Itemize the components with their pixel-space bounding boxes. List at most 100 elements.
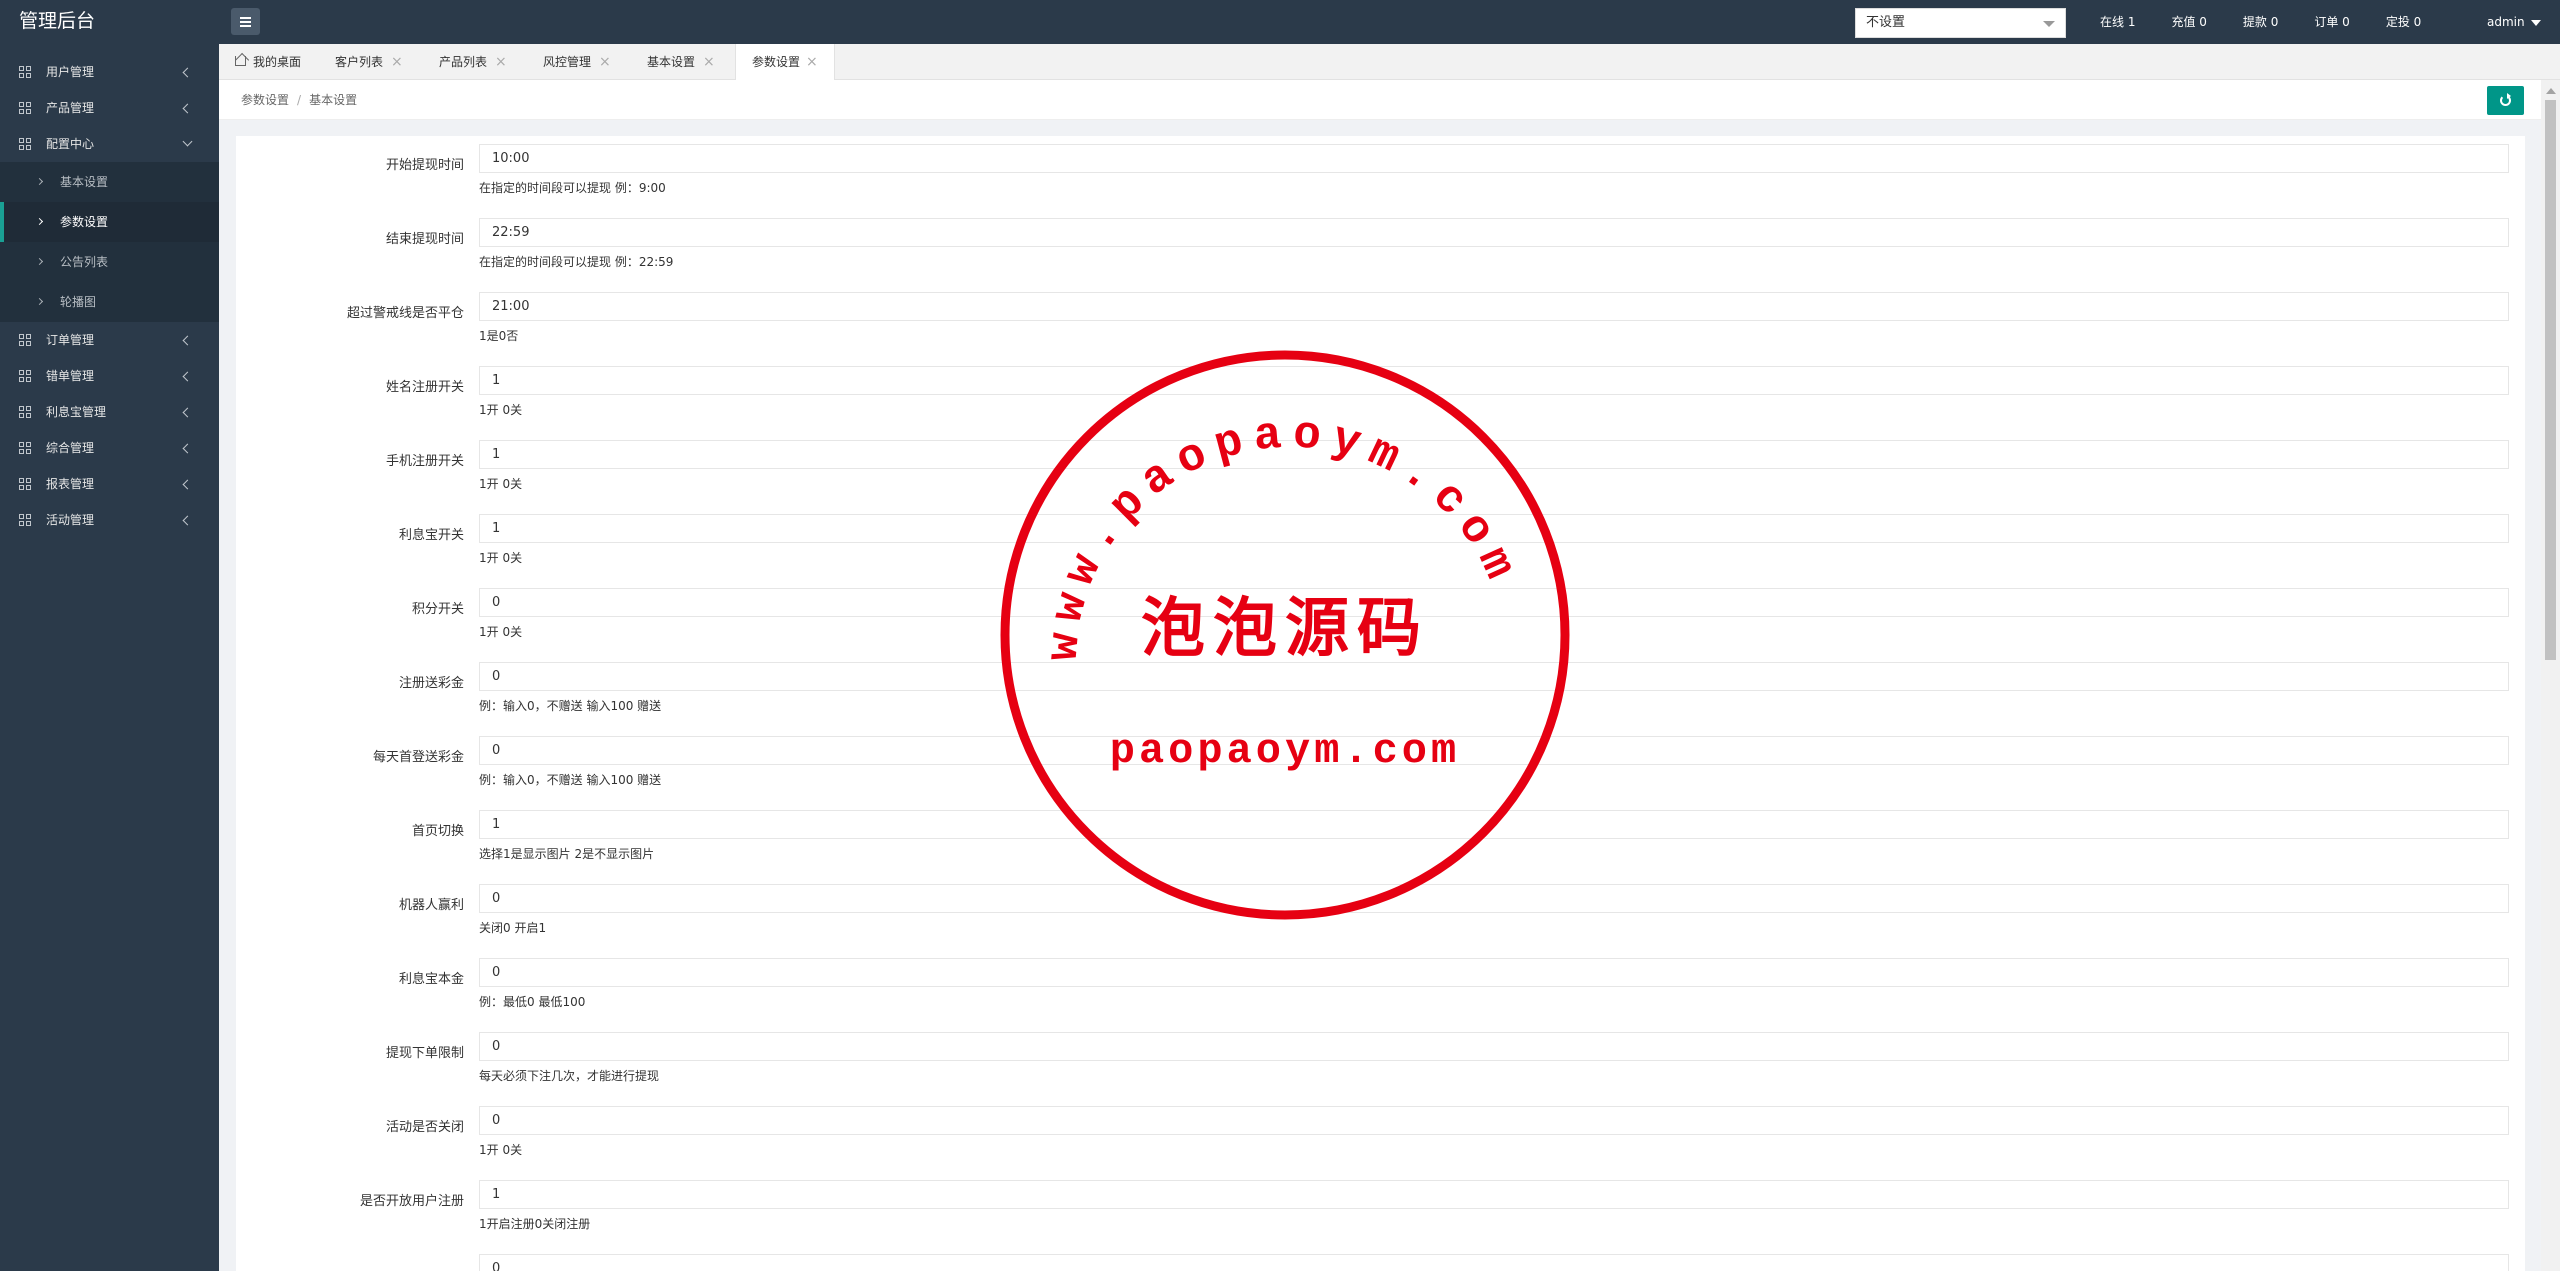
menu-toggle-button[interactable]: [231, 8, 260, 35]
sidebar-subitem-carousel[interactable]: 轮播图: [0, 282, 219, 322]
grid-icon: [19, 334, 32, 347]
tab-label: 我的桌面: [253, 55, 302, 69]
form-row: 超过警戒线是否平仓 21:00 1是0否: [236, 284, 2525, 358]
form-input[interactable]: 1: [479, 1180, 2509, 1209]
form-input[interactable]: 0: [479, 662, 2509, 691]
form-label: 活动是否关闭: [385, 1120, 464, 1135]
chevron-left-icon: [182, 443, 193, 454]
tab-products[interactable]: 产品列表 ×: [423, 44, 527, 80]
hamburger-icon: [240, 21, 251, 23]
form-input[interactable]: 0: [479, 1106, 2509, 1135]
sidebar-item-general[interactable]: 综合管理: [0, 430, 219, 466]
form-input[interactable]: 21:00: [479, 292, 2509, 321]
form-input[interactable]: 0: [479, 1254, 2509, 1271]
sidebar-subitem-param-settings[interactable]: 参数设置: [0, 202, 219, 242]
form-input[interactable]: 0: [479, 884, 2509, 913]
sidebar-subitem-announcements[interactable]: 公告列表: [0, 242, 219, 282]
form-label: 是否开放用户注册: [359, 1194, 464, 1209]
form-hint: 1是0否: [479, 329, 519, 343]
tab-label: 基本设置: [647, 55, 696, 69]
sidebar-item-config[interactable]: 配置中心: [0, 126, 219, 162]
breadcrumb-bar: 参数设置 / 基本设置: [219, 80, 2541, 120]
form-input[interactable]: 10:00: [479, 144, 2509, 173]
form-input[interactable]: 0: [479, 588, 2509, 617]
form-hint: 例：输入0，不赠送 输入100 赠送: [479, 773, 662, 787]
scroll-thumb[interactable]: [2545, 100, 2556, 660]
sidebar-item-products[interactable]: 产品管理: [0, 90, 219, 126]
breadcrumb-item[interactable]: 参数设置: [241, 93, 289, 107]
form-hint: 在指定的时间段可以提现 例：22:59: [479, 255, 674, 269]
form-hint: 在指定的时间段可以提现 例：9:00: [479, 181, 666, 195]
sidebar-item-users[interactable]: 用户管理: [0, 54, 219, 90]
user-name: admin: [2487, 15, 2525, 29]
form-row: 提现下单限制 0 每天必须下注几次，才能进行提现: [236, 1024, 2525, 1098]
form-hint: 关闭0 开启1: [479, 921, 547, 935]
form-input[interactable]: 1: [479, 440, 2509, 469]
close-icon[interactable]: ×: [495, 44, 507, 80]
close-icon[interactable]: ×: [806, 44, 818, 80]
form-input[interactable]: 0: [479, 736, 2509, 765]
form-label: 结束提现时间: [385, 232, 464, 247]
sidebar-item-reports[interactable]: 报表管理: [0, 466, 219, 502]
form-label: 超过警戒线是否平仓: [346, 306, 464, 321]
sidebar-item-error-orders[interactable]: 错单管理: [0, 358, 219, 394]
chevron-left-icon: [182, 479, 193, 490]
chevron-down-icon: [2043, 21, 2055, 27]
tab-customers[interactable]: 客户列表 ×: [319, 44, 423, 80]
tab-bar: 我的桌面 客户列表 × 产品列表 × 风控管理 × 基本设置 × 参数设置 ×: [219, 44, 2560, 81]
form-row: 积分开关 0 1开 0关: [236, 580, 2525, 654]
form-hint: 1开 0关: [479, 477, 523, 491]
form-input[interactable]: 1: [479, 366, 2509, 395]
tab-label: 参数设置: [752, 55, 801, 69]
grid-icon: [19, 514, 32, 527]
tab-risk[interactable]: 风控管理 ×: [527, 44, 631, 80]
top-bar: 管理后台 不设置 在线 1 充值 0 提款 0 订单 0 定投 0 admin: [0, 0, 2560, 44]
tab-param-settings[interactable]: 参数设置 ×: [735, 44, 835, 81]
theme-select[interactable]: 不设置: [1855, 8, 2066, 38]
stat-orders[interactable]: 订单 0: [2314, 0, 2349, 44]
sidebar-subitem-basic-settings[interactable]: 基本设置: [0, 162, 219, 202]
form-hint: 选择1是显示图片 2是不显示图片: [479, 847, 655, 861]
form-label: 手机注册开关: [385, 454, 464, 469]
chevron-right-icon: [35, 217, 44, 226]
form-row: 首页切换 1 选择1是显示图片 2是不显示图片: [236, 802, 2525, 876]
form-input[interactable]: 1: [479, 514, 2509, 543]
close-icon[interactable]: ×: [599, 44, 611, 80]
stat-withdraw[interactable]: 提款 0: [2243, 0, 2278, 44]
form-input[interactable]: 1: [479, 810, 2509, 839]
tab-basic-settings[interactable]: 基本设置 ×: [631, 44, 735, 80]
chevron-right-icon: [35, 297, 44, 306]
grid-icon: [19, 138, 32, 151]
tab-desktop[interactable]: 我的桌面: [219, 44, 319, 80]
stat-recharge[interactable]: 充值 0: [2171, 0, 2206, 44]
close-icon[interactable]: ×: [703, 44, 715, 80]
sidebar-item-orders[interactable]: 订单管理: [0, 322, 219, 358]
page-scrollbar[interactable]: [2541, 80, 2560, 1271]
chevron-left-icon: [182, 67, 193, 78]
sidebar-item-interest[interactable]: 利息宝管理: [0, 394, 219, 430]
grid-icon: [19, 442, 32, 455]
sidebar-item-label: 配置中心: [46, 137, 95, 151]
form-label: 利息宝本金: [398, 972, 464, 987]
form-input[interactable]: 22:59: [479, 218, 2509, 247]
form-hint: 1开 0关: [479, 551, 523, 565]
form-input[interactable]: 0: [479, 958, 2509, 987]
chevron-left-icon: [182, 335, 193, 346]
form-row: 注册送彩金 0 例：输入0，不赠送 输入100 赠送: [236, 654, 2525, 728]
scroll-up-arrow-icon[interactable]: [2546, 88, 2556, 94]
sidebar-subitem-label: 轮播图: [60, 295, 97, 309]
stat-fixed-invest[interactable]: 定投 0: [2386, 0, 2421, 44]
close-icon[interactable]: ×: [391, 44, 403, 80]
form-input[interactable]: 0: [479, 1032, 2509, 1061]
refresh-button[interactable]: [2487, 86, 2524, 115]
form-row: 手机注册开关 1 1开 0关: [236, 432, 2525, 506]
sidebar-item-activities[interactable]: 活动管理: [0, 502, 219, 538]
sidebar-subitem-label: 基本设置: [60, 175, 109, 189]
form-label: 机器人赢利: [398, 898, 464, 913]
settings-form: 开始提现时间 10:00 在指定的时间段可以提现 例：9:00 结束提现时间 22:59…: [236, 136, 2525, 1271]
user-menu[interactable]: admin: [2487, 0, 2541, 44]
tab-label: 风控管理: [543, 55, 592, 69]
chevron-right-icon: [35, 257, 44, 266]
form-hint: 1开启注册0关闭注册: [479, 1217, 591, 1231]
stat-online[interactable]: 在线 1: [2100, 0, 2135, 44]
